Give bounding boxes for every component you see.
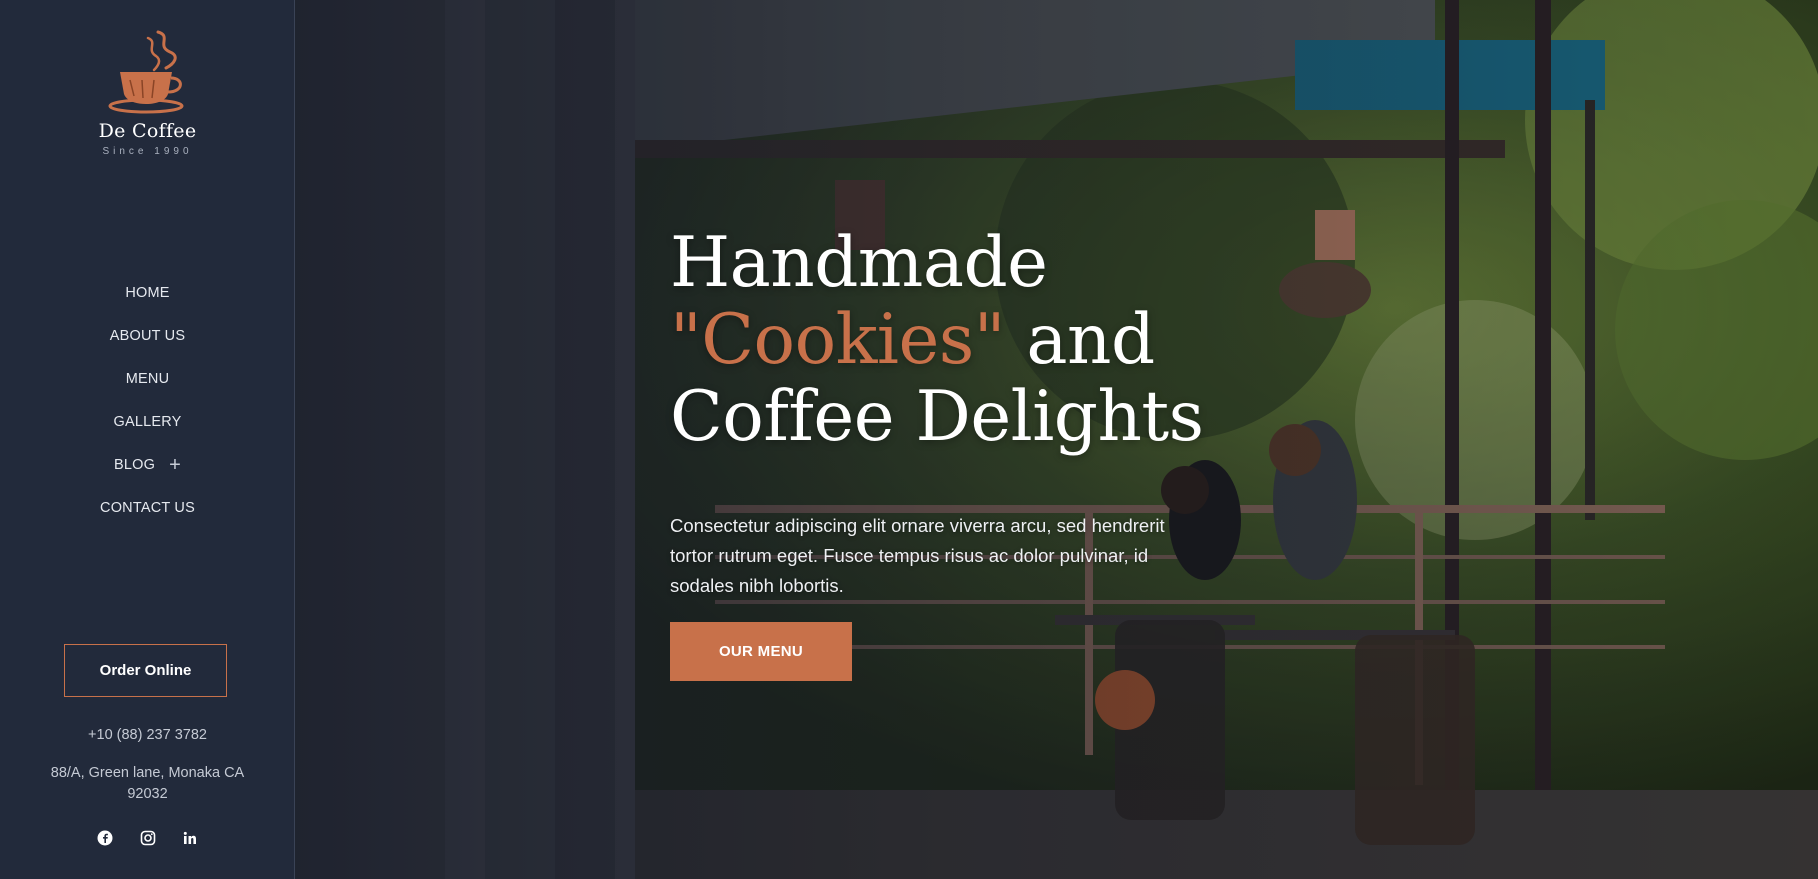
logo[interactable]: De Coffee Since 1990 (0, 28, 295, 157)
page: De Coffee Since 1990 HOME ABOUT US MENU … (0, 0, 1818, 879)
nav-item-contact-us[interactable]: CONTACT US (0, 487, 295, 530)
headline-line-1: Handmade (670, 223, 1048, 303)
nav-label: HOME (125, 285, 170, 301)
instagram-icon[interactable] (137, 830, 159, 852)
nav-label: GALLERY (113, 414, 182, 430)
nav-label: ABOUT US (109, 328, 186, 344)
our-menu-button[interactable]: OUR MENU (670, 622, 852, 681)
sidebar: De Coffee Since 1990 HOME ABOUT US MENU … (0, 0, 295, 879)
phone-number[interactable]: +10 (88) 237 3782 (0, 727, 295, 743)
main-nav: HOME ABOUT US MENU GALLERY BLOG + CONTACT… (0, 272, 295, 530)
facebook-icon[interactable] (94, 830, 116, 852)
nav-label: MENU (125, 371, 170, 387)
hero-content: Handmade "Cookies" and Coffee Delights (670, 225, 1230, 456)
nav-label: BLOG (114, 457, 156, 473)
hero-section: Handmade "Cookies" and Coffee Delights Con… (295, 0, 1818, 879)
linkedin-icon[interactable] (179, 830, 201, 852)
plus-icon[interactable]: + (169, 444, 181, 487)
headline-accent: "Cookies" (670, 300, 1005, 380)
social-links (0, 830, 295, 852)
address: 88/A, Green lane, Monaka CA 92032 (50, 765, 245, 802)
headline-line-3: Coffee Delights (670, 377, 1204, 457)
order-online-button[interactable]: Order Online (64, 644, 227, 697)
nav-item-blog[interactable]: BLOG + (0, 444, 295, 487)
hero-headline: Handmade "Cookies" and Coffee Delights (670, 225, 1230, 456)
headline-line-2-rest: and (1004, 300, 1155, 380)
nav-item-home[interactable]: HOME (0, 272, 295, 315)
nav-item-menu[interactable]: MENU (0, 358, 295, 401)
nav-item-gallery[interactable]: GALLERY (0, 401, 295, 444)
brand-tagline: Since 1990 (102, 146, 193, 157)
nav-label: CONTACT US (100, 500, 195, 516)
brand-name: De Coffee (98, 120, 197, 142)
coffee-cup-icon (108, 30, 183, 114)
hero-intro-text: Consectetur adipiscing elit ornare viver… (670, 514, 1165, 596)
nav-item-about-us[interactable]: ABOUT US (0, 315, 295, 358)
